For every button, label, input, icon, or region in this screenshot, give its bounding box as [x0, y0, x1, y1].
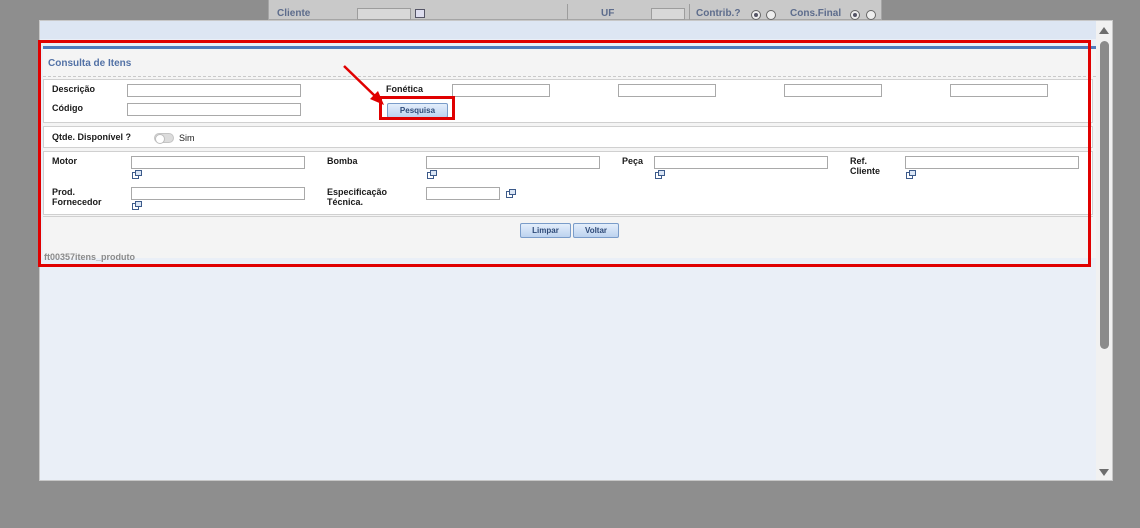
annotation-arrow-icon: [343, 65, 384, 105]
